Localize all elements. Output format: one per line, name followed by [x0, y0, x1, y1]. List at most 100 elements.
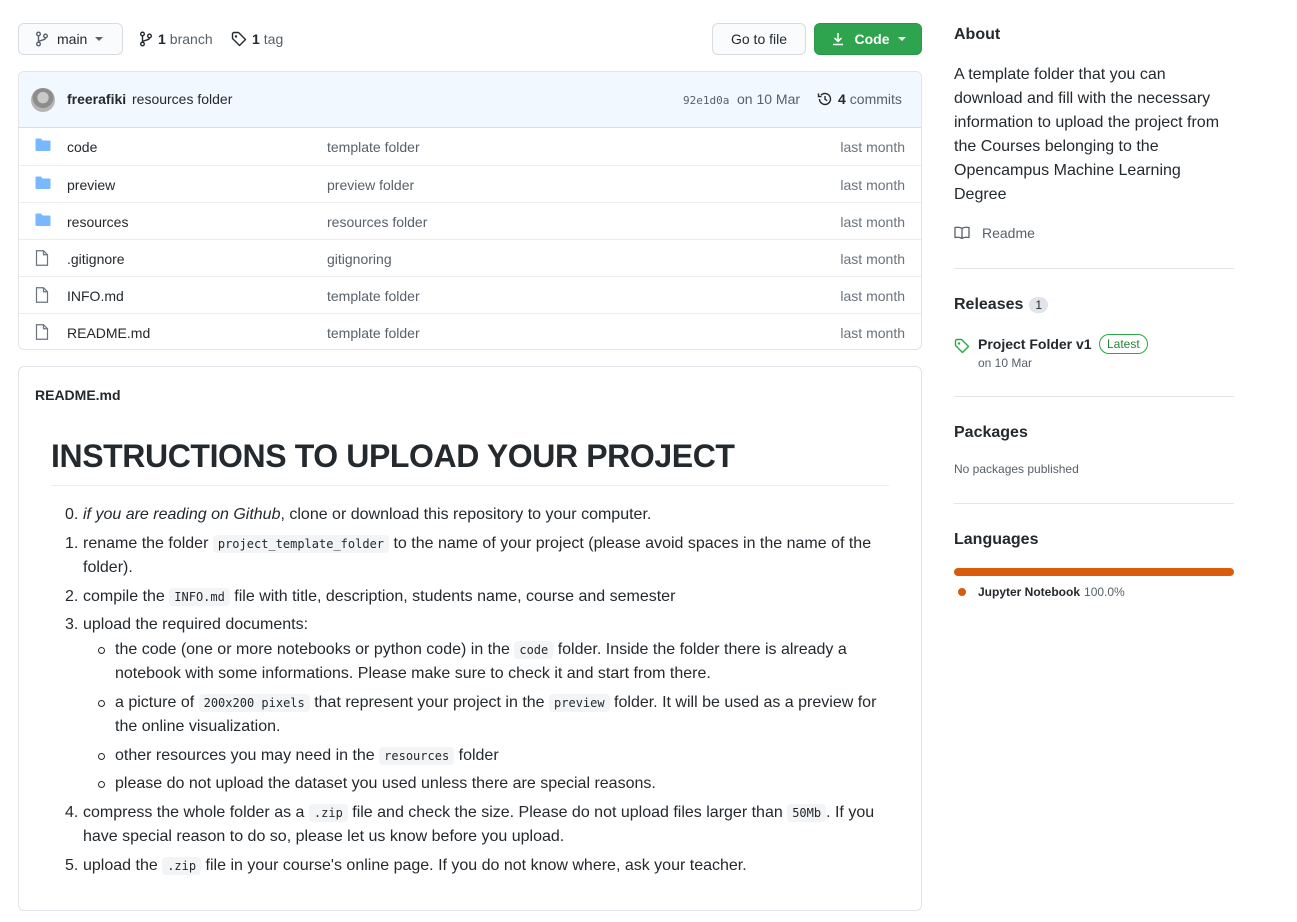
- list-item: 5. upload the .zip file in your course's …: [51, 854, 891, 879]
- releases-heading-link[interactable]: Releases 1: [954, 296, 1049, 314]
- file-name-link[interactable]: INFO.md: [67, 288, 124, 304]
- commit-date: on 10 Mar: [737, 91, 801, 107]
- file-row: code template folder last month: [19, 128, 921, 165]
- readme-filename-link[interactable]: README.md: [35, 387, 121, 403]
- readme-link[interactable]: Readme: [954, 225, 1035, 241]
- file-row: README.md template folder last month: [19, 313, 921, 349]
- file-row: INFO.md template folder last month: [19, 276, 921, 313]
- code-button-label: Code: [854, 31, 890, 47]
- file-commit-message-link[interactable]: preview folder: [327, 177, 414, 193]
- languages-heading: Languages: [954, 531, 1039, 548]
- tag-icon: [954, 338, 970, 354]
- list-text: upload the required documents:: [83, 616, 309, 633]
- download-icon: [831, 31, 845, 47]
- commit-count: 4: [838, 91, 846, 107]
- file-name-link[interactable]: preview: [67, 177, 115, 193]
- file-icon: [35, 324, 49, 340]
- file-icon: [35, 250, 49, 266]
- list-text: compress the whole folder as a: [83, 803, 309, 821]
- file-commit-message-link[interactable]: gitignoring: [327, 251, 392, 267]
- divider: [954, 503, 1234, 504]
- file-age: last month: [840, 177, 905, 193]
- inline-code: project_template_folder: [212, 534, 390, 553]
- tag-icon: [231, 31, 247, 47]
- list-number: 3.: [65, 616, 79, 633]
- branches-link[interactable]: 1 branch: [139, 23, 213, 55]
- list-text: , clone or download this repository to y…: [280, 506, 652, 523]
- file-row: .gitignore gitignoring last month: [19, 239, 921, 276]
- about-heading: About: [954, 26, 1001, 43]
- file-commit-message-link[interactable]: template folder: [327, 139, 420, 155]
- inline-code: preview: [549, 693, 610, 712]
- list-item: the code (one or more notebooks or pytho…: [83, 638, 891, 687]
- chevron-down-icon: [95, 36, 104, 42]
- readme-link-label: Readme: [982, 225, 1035, 241]
- inline-code: INFO.md: [169, 587, 230, 606]
- file-name-link[interactable]: resources: [67, 214, 128, 230]
- list-item: a picture of 200x200 pixels that represe…: [83, 691, 891, 740]
- go-to-file-button[interactable]: Go to file: [712, 23, 806, 55]
- file-row: resources resources folder last month: [19, 202, 921, 239]
- latest-commit-bar: freerafiki resources folder 92e1d0a on 1…: [19, 72, 921, 128]
- file-commit-message-link[interactable]: resources folder: [327, 214, 427, 230]
- file-name-link[interactable]: .gitignore: [67, 251, 125, 267]
- list-number: 4.: [65, 803, 79, 821]
- emphasis-text: if you are reading on Github: [83, 506, 281, 523]
- tag-word: tag: [263, 31, 284, 47]
- folder-icon: [35, 138, 51, 152]
- list-item: 4. compress the whole folder as a .zip fi…: [51, 801, 891, 850]
- releases-title: Releases: [954, 296, 1024, 313]
- branch-selector-button[interactable]: main: [18, 23, 123, 55]
- file-name-link[interactable]: README.md: [67, 325, 150, 341]
- inline-code: 50Mb: [787, 803, 827, 822]
- list-text: compile the: [83, 587, 170, 605]
- file-commit-message-link[interactable]: template folder: [327, 325, 420, 341]
- repo-toolbar: main 1 branch 1 tag Go to file Code: [18, 23, 922, 55]
- file-commit-message-link[interactable]: template folder: [327, 288, 420, 304]
- language-name: Jupyter Notebook: [978, 585, 1081, 599]
- file-age: last month: [840, 251, 905, 267]
- branch-word: branch: [169, 31, 213, 47]
- readme-body: 0. if you are reading on Github, clone or…: [51, 503, 891, 882]
- file-age: last month: [840, 214, 905, 230]
- list-item: 0. if you are reading on Github, clone or…: [51, 503, 891, 528]
- list-item: 2. compile the INFO.md file with title, d…: [51, 585, 891, 610]
- file-age: last month: [840, 325, 905, 341]
- list-item: please do not upload the dataset you use…: [83, 772, 891, 797]
- inline-code: 200x200 pixels: [198, 693, 310, 712]
- tags-link[interactable]: 1 tag: [231, 23, 283, 55]
- file-name-link[interactable]: code: [67, 139, 97, 155]
- history-icon: [817, 91, 833, 107]
- language-color-dot: [958, 588, 966, 596]
- inline-code: .zip: [162, 856, 202, 875]
- commit-author-link[interactable]: freerafiki: [67, 91, 126, 107]
- commit-message-link[interactable]: resources folder: [132, 91, 232, 107]
- divider: [954, 396, 1234, 397]
- readme-title: INSTRUCTIONS TO UPLOAD YOUR PROJECT: [51, 438, 889, 486]
- avatar[interactable]: [31, 88, 55, 112]
- list-text: a picture of: [115, 693, 199, 711]
- list-number: 2.: [65, 587, 79, 605]
- file-browser: freerafiki resources folder 92e1d0a on 1…: [18, 71, 922, 350]
- file-row: preview preview folder last month: [19, 165, 921, 202]
- language-item[interactable]: Jupyter Notebook 100.0%: [954, 585, 1125, 599]
- commit-count-word: commits: [849, 91, 902, 107]
- list-number: 1.: [65, 534, 79, 552]
- packages-heading-link[interactable]: Packages: [954, 424, 1028, 442]
- tag-count: 1: [252, 31, 260, 47]
- folder-icon: [35, 213, 51, 227]
- commit-sha-link[interactable]: 92e1d0a: [683, 94, 729, 107]
- book-icon: [954, 226, 970, 240]
- release-date: on 10 Mar: [978, 356, 1033, 370]
- code-button[interactable]: Code: [814, 23, 922, 55]
- file-age: last month: [840, 139, 905, 155]
- git-branch-icon: [139, 31, 153, 47]
- inline-code: resources: [379, 746, 455, 765]
- folder-icon: [35, 176, 51, 190]
- file-age: last month: [840, 288, 905, 304]
- language-percent: 100.0%: [1084, 585, 1125, 599]
- commits-history-link[interactable]: 4 commits: [817, 91, 902, 107]
- divider: [954, 268, 1234, 269]
- list-number: 0.: [65, 506, 79, 523]
- list-text: the code (one or more notebooks or pytho…: [115, 640, 515, 658]
